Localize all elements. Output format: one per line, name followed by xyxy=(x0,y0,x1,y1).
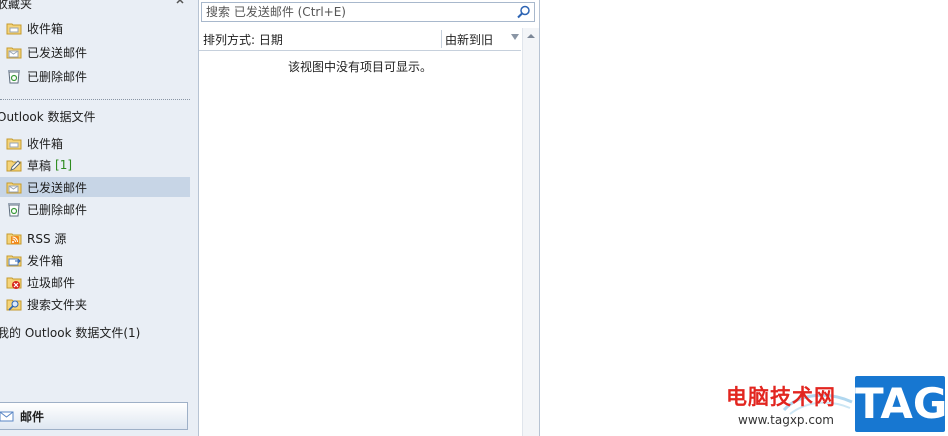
sort-order-button[interactable]: 由新到旧 xyxy=(445,31,493,48)
folder-item-deleted[interactable]: 已删除邮件 xyxy=(0,199,190,219)
search-folder-icon xyxy=(6,296,22,312)
favorite-item-inbox[interactable]: 收件箱 xyxy=(0,18,190,38)
my-data-file-header[interactable]: 我的 Outlook 数据文件(1) xyxy=(0,323,140,343)
mail-icon xyxy=(0,409,14,423)
junk-folder-icon xyxy=(6,274,22,290)
sent-folder-icon xyxy=(6,44,22,60)
mail-module-label: 邮件 xyxy=(20,409,45,424)
favorite-item-label: 收件箱 xyxy=(27,21,64,36)
folder-item-search-folders[interactable]: 搜索文件夹 xyxy=(0,294,190,314)
favorite-item-deleted[interactable]: 已删除邮件 xyxy=(0,66,190,86)
folder-item-label: 发件箱 xyxy=(27,253,64,268)
folder-item-drafts[interactable]: 草稿 [1] xyxy=(0,155,190,175)
inbox-folder-icon xyxy=(6,20,22,36)
section-divider xyxy=(0,99,190,100)
rss-folder-icon xyxy=(6,230,22,246)
mail-module-button[interactable]: 邮件 xyxy=(0,402,188,430)
search-icon[interactable] xyxy=(517,5,531,19)
deleted-folder-icon xyxy=(6,201,22,217)
sent-folder-icon xyxy=(6,179,22,195)
watermark-url: www.tagxp.com xyxy=(738,413,834,427)
folder-item-inbox[interactable]: 收件箱 xyxy=(0,133,190,153)
folder-item-label: 草稿 xyxy=(27,158,52,173)
folder-item-label: 搜索文件夹 xyxy=(27,297,88,312)
folder-item-label: 收件箱 xyxy=(27,136,64,151)
watermark-site-name: 电脑技术网 xyxy=(726,385,836,409)
navigation-pane: 收藏夹 收件箱 已发送邮件 已删除邮件 Outlook 数据文件 收件箱 草稿 … xyxy=(0,0,199,436)
collapse-arrow-icon[interactable] xyxy=(175,0,185,7)
arrange-by-button[interactable]: 排列方式: 日期 xyxy=(203,31,283,48)
folder-item-outbox[interactable]: 发件箱 xyxy=(0,250,190,270)
search-box[interactable] xyxy=(201,2,535,22)
inbox-folder-icon xyxy=(6,135,22,151)
unread-count-badge: [1] xyxy=(55,158,73,172)
folder-item-label: 垃圾邮件 xyxy=(27,275,76,290)
favorite-item-label: 已删除邮件 xyxy=(27,69,88,84)
folder-item-rss[interactable]: RSS 源 xyxy=(0,228,190,248)
search-input[interactable] xyxy=(202,3,512,21)
drafts-folder-icon xyxy=(6,157,22,173)
data-file-header[interactable]: Outlook 数据文件 xyxy=(0,107,96,127)
folder-item-junk[interactable]: 垃圾邮件 xyxy=(0,272,190,292)
folder-item-label: 已发送邮件 xyxy=(27,180,88,195)
favorite-item-label: 已发送邮件 xyxy=(27,45,88,60)
watermark-tag-logo: TAG xyxy=(855,376,947,432)
vertical-scrollbar[interactable] xyxy=(522,28,539,436)
folder-item-label: RSS 源 xyxy=(27,231,67,246)
folder-item-sent[interactable]: 已发送邮件 xyxy=(0,177,190,197)
sort-bar: 排列方式: 日期 由新到旧 xyxy=(199,28,521,51)
sort-divider xyxy=(441,30,442,48)
deleted-folder-icon xyxy=(6,68,22,84)
outbox-folder-icon xyxy=(6,252,22,268)
message-list-pane: 排列方式: 日期 由新到旧 该视图中没有项目可显示。 xyxy=(199,0,540,436)
folder-item-label: 已删除邮件 xyxy=(27,202,88,217)
scroll-up-icon[interactable] xyxy=(525,30,537,42)
favorites-header[interactable]: 收藏夹 xyxy=(0,0,32,14)
favorite-item-sent[interactable]: 已发送邮件 xyxy=(0,42,190,62)
empty-view-message: 该视图中没有项目可显示。 xyxy=(287,60,432,74)
sort-direction-icon[interactable] xyxy=(510,33,520,41)
